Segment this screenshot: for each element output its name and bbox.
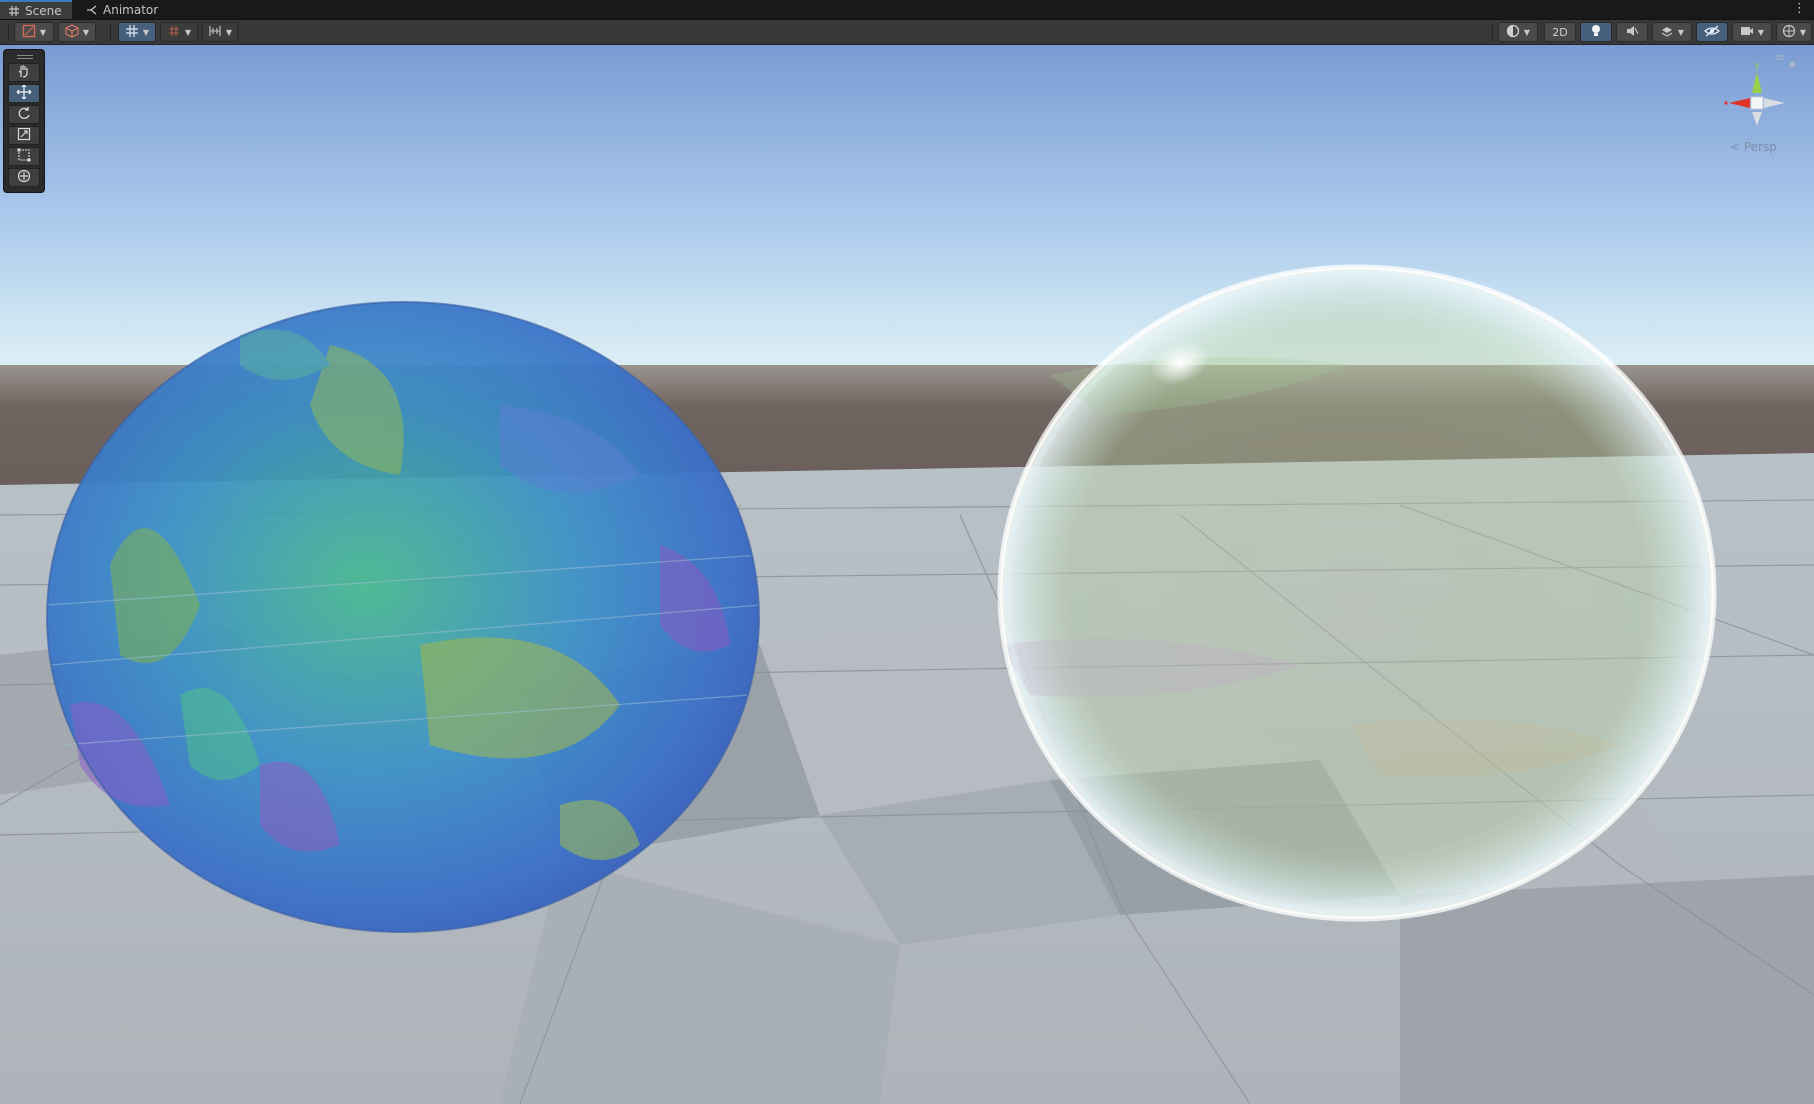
grid-visibility-icon	[167, 24, 181, 41]
shaded-sphere-icon	[1506, 24, 1520, 41]
toolbar-separator	[1492, 24, 1493, 41]
rotate-tool-button[interactable]	[8, 105, 40, 124]
tools-grip-handle[interactable]	[17, 55, 33, 59]
render-mode-dropdown[interactable]: ▼	[1498, 22, 1538, 42]
right-sphere[interactable]	[997, 264, 1717, 922]
tab-scene-label: Scene	[25, 3, 62, 18]
tab-scene[interactable]: Scene	[0, 0, 72, 19]
move-tool-button[interactable]	[8, 84, 40, 103]
scene-toolbar: ▼ ▼ ▼ ▼ ▼ ▼ 2D ▼ ▼ ▼	[0, 20, 1814, 45]
gizmo-neg-x-axis-cone[interactable]	[1764, 98, 1785, 108]
tab-bar: Scene Animator ⋮	[0, 0, 1814, 20]
scene-viewport[interactable]: < Persp	[0, 45, 1814, 1104]
tab-animator-label: Animator	[103, 2, 159, 17]
grid-visibility-dropdown[interactable]: ▼	[160, 22, 198, 42]
move-arrows-icon	[16, 84, 32, 104]
effects-layers-icon	[1660, 24, 1674, 41]
toggle-2d-label: 2D	[1552, 25, 1568, 39]
increment-snap-dropdown[interactable]: ▼	[202, 22, 238, 42]
camera-dropdown[interactable]: ▼	[1732, 22, 1772, 42]
grid-snap-toggle[interactable]: ▼	[118, 22, 156, 42]
animator-icon	[86, 4, 98, 16]
rect-tool-button[interactable]	[8, 147, 40, 166]
gizmo-neg-y-axis-cone[interactable]	[1752, 112, 1762, 126]
audio-toggle[interactable]	[1616, 22, 1648, 42]
lighting-toggle[interactable]	[1580, 22, 1612, 42]
scale-tool-button[interactable]	[8, 126, 40, 145]
rect-transform-icon	[17, 147, 31, 166]
tab-animator[interactable]: Animator	[80, 0, 170, 19]
gizmo-center-cube[interactable]	[1750, 96, 1764, 110]
gizmo-x-axis-cone[interactable]	[1729, 98, 1750, 108]
hand-icon	[17, 63, 31, 82]
transform-tool-button[interactable]	[8, 168, 40, 187]
cube-icon	[65, 23, 79, 41]
orientation-gizmo[interactable]: y	[1700, 50, 1810, 160]
eye-hidden-icon	[1704, 24, 1720, 41]
draw-mode-dropdown[interactable]: ▼	[14, 22, 54, 42]
globe-gizmo-icon	[1782, 24, 1796, 41]
scale-icon	[17, 126, 31, 145]
gizmo-lock-icon[interactable]	[1790, 62, 1795, 67]
toolbar-separator	[110, 24, 111, 41]
tools-panel	[3, 49, 45, 193]
draw-mode-icon	[22, 24, 36, 41]
toolbar-separator	[8, 24, 9, 41]
lightbulb-icon	[1590, 24, 1602, 41]
camera-icon	[1740, 25, 1754, 40]
transform-icon	[17, 168, 31, 187]
effects-dropdown[interactable]: ▼	[1652, 22, 1692, 42]
gizmos-dropdown[interactable]: ▼	[1776, 22, 1812, 42]
scene-render	[0, 45, 1814, 1104]
hand-tool-button[interactable]	[8, 63, 40, 82]
scene-visibility-toggle[interactable]	[1696, 22, 1728, 42]
gizmo-y-axis-cone[interactable]	[1752, 72, 1762, 93]
left-sphere[interactable]	[46, 301, 761, 933]
grid-icon	[8, 5, 20, 17]
rotate-icon	[17, 105, 31, 124]
tab-menu-icon[interactable]: ⋮	[1793, 1, 1806, 17]
shading-mode-dropdown[interactable]: ▼	[58, 22, 96, 42]
speaker-mute-icon	[1625, 24, 1639, 41]
snap-increment-icon	[208, 24, 222, 41]
grid-snap-icon	[125, 24, 139, 41]
gizmo-y-label: y	[1754, 61, 1760, 71]
toggle-2d-button[interactable]: 2D	[1544, 22, 1576, 42]
